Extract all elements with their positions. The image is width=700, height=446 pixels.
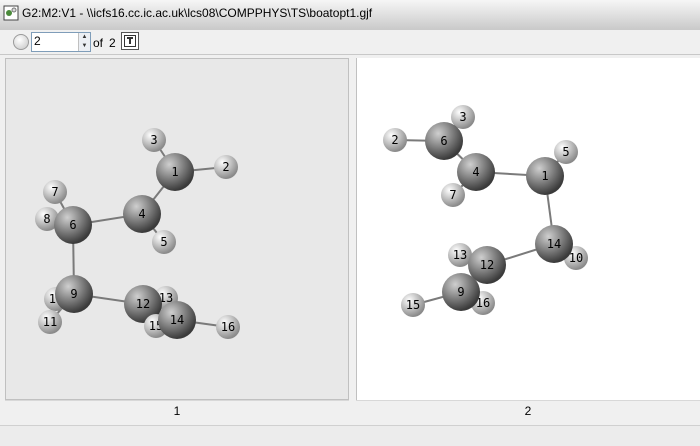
atom-7-label: 7 bbox=[51, 185, 58, 199]
atom-5-label: 5 bbox=[562, 145, 569, 159]
atom-12-label: 12 bbox=[480, 258, 494, 272]
atom-1[interactable]: 1 bbox=[526, 157, 564, 195]
atom-15[interactable]: 15 bbox=[401, 293, 425, 317]
atom-3-label: 3 bbox=[150, 133, 157, 147]
molecule-canvas-2[interactable]: 3275101315 1664 114129 bbox=[357, 58, 700, 400]
atom-8-label: 8 bbox=[43, 212, 50, 226]
viewer-caption-1: 1 bbox=[5, 400, 349, 421]
spin-down-icon[interactable]: ▼ bbox=[79, 42, 90, 51]
molecule-canvas-1[interactable]: 32785101116146913121514 bbox=[6, 59, 349, 400]
atom-4-label: 4 bbox=[472, 165, 479, 179]
molecule-viewer-2[interactable]: 3 2 7 5 10 13 15 16 6 4 1 14 12 9 bbox=[356, 58, 700, 400]
atom-9[interactable]: 9 bbox=[442, 273, 480, 311]
atom-11-label: 11 bbox=[43, 315, 57, 329]
atom-7-label: 7 bbox=[449, 188, 456, 202]
molecule-viewer-1[interactable]: 32785101116146913121514 bbox=[5, 58, 349, 400]
atom-1-label: 1 bbox=[541, 169, 548, 183]
atom-4-label: 4 bbox=[138, 207, 145, 221]
title-bar: G2:M2:V1 - \\icfs16.cc.ic.ac.uk\lcs08\CO… bbox=[0, 0, 700, 31]
view-frames-button[interactable] bbox=[121, 32, 139, 50]
atom-13-label: 13 bbox=[453, 248, 467, 262]
frame-toolbar: ▲ ▼ of 2 bbox=[0, 30, 700, 55]
atom-14[interactable]: 14 bbox=[535, 225, 573, 263]
atom-14-label: 14 bbox=[547, 237, 561, 251]
frame-number-input[interactable] bbox=[34, 34, 76, 48]
status-circle-icon[interactable] bbox=[13, 34, 29, 50]
atom-2-label: 2 bbox=[391, 133, 398, 147]
atom-11[interactable]: 11 bbox=[38, 310, 62, 334]
of-label: of bbox=[93, 36, 104, 50]
atom-1[interactable]: 1 bbox=[156, 153, 194, 191]
status-bar bbox=[0, 425, 700, 446]
atom-9-label: 9 bbox=[457, 285, 464, 299]
frame-window-icon bbox=[124, 35, 136, 47]
atom-5[interactable]: 5 bbox=[554, 140, 578, 164]
gaussview-app-icon[interactable] bbox=[3, 5, 19, 21]
atom-12-label: 12 bbox=[136, 297, 150, 311]
atom-7[interactable]: 7 bbox=[441, 183, 465, 207]
atom-2[interactable]: 2 bbox=[383, 128, 407, 152]
atom-15-label: 15 bbox=[406, 298, 420, 312]
viewer-caption-2: 2 bbox=[356, 400, 700, 421]
atom-14[interactable]: 14 bbox=[158, 301, 196, 339]
atom-5[interactable]: 5 bbox=[152, 230, 176, 254]
window-title: G2:M2:V1 - \\icfs16.cc.ic.ac.uk\lcs08\CO… bbox=[22, 6, 373, 20]
atom-9-label: 9 bbox=[70, 287, 77, 301]
atom-16-label: 16 bbox=[221, 320, 235, 334]
frame-total: 2 bbox=[109, 36, 116, 50]
atom-10-label: 10 bbox=[569, 251, 583, 265]
atom-7[interactable]: 7 bbox=[43, 180, 67, 204]
atom-4[interactable]: 4 bbox=[123, 195, 161, 233]
atom-16[interactable]: 16 bbox=[216, 315, 240, 339]
frame-spinbox[interactable]: ▲ ▼ bbox=[31, 32, 91, 52]
atom-14-label: 14 bbox=[170, 313, 184, 327]
atom-3[interactable]: 3 bbox=[142, 128, 166, 152]
atom-1-label: 1 bbox=[171, 165, 178, 179]
atom-4[interactable]: 4 bbox=[457, 153, 495, 191]
atom-3-label: 3 bbox=[459, 110, 466, 124]
spin-up-icon[interactable]: ▲ bbox=[79, 33, 90, 42]
atom-2-label: 2 bbox=[222, 160, 229, 174]
atom-6[interactable]: 6 bbox=[54, 206, 92, 244]
spin-arrows[interactable]: ▲ ▼ bbox=[78, 33, 90, 51]
atom-5-label: 5 bbox=[160, 235, 167, 249]
atom-9[interactable]: 9 bbox=[55, 275, 93, 313]
atom-2[interactable]: 2 bbox=[214, 155, 238, 179]
atom-6-label: 6 bbox=[440, 134, 447, 148]
atom-6[interactable]: 6 bbox=[425, 122, 463, 160]
atom-6-label: 6 bbox=[69, 218, 76, 232]
